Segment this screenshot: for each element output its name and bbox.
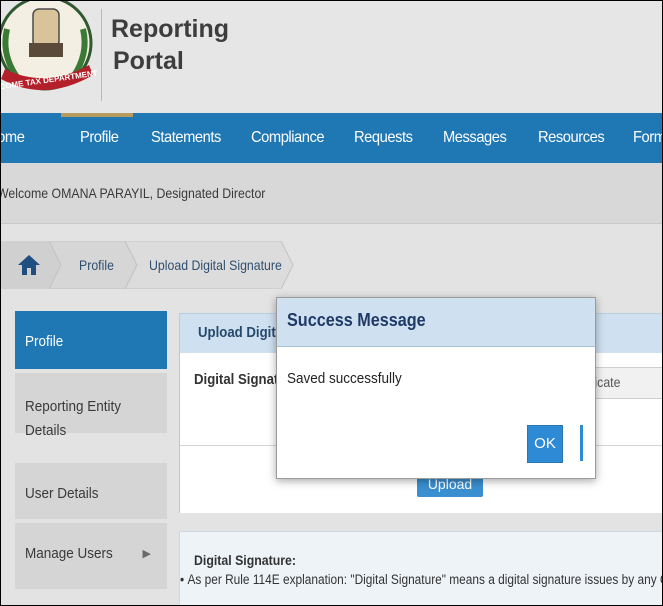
sidebar-item-profile[interactable]: Profile: [15, 311, 167, 373]
success-message-dialog: Success Message Saved successfully OK: [276, 297, 596, 479]
breadcrumb-profile[interactable]: Profile: [79, 257, 114, 273]
dialog-title: Success Message: [287, 310, 426, 330]
portal-title-line1: Reporting: [111, 15, 230, 43]
sidebar: Profile Reporting Entity Details User De…: [15, 311, 167, 605]
dialog-message: Saved successfully: [287, 370, 402, 387]
nav-item-home[interactable]: Home: [1, 113, 25, 163]
sidebar-item-label: Manage Users: [25, 545, 113, 562]
welcome-bar: Welcome OMANA PARAYIL, Designated Direct…: [1, 163, 662, 224]
nav-item-profile[interactable]: Profile: [80, 113, 119, 163]
sidebar-item-reporting-entity-details[interactable]: Reporting Entity Details: [15, 373, 167, 439]
digital-signature-info: Digital Signature: • As per Rule 114E ex…: [179, 531, 662, 605]
portal-header: INCOME TAX DEPARTMENT Reporting Portal: [1, 1, 662, 113]
sidebar-item-user-details[interactable]: User Details: [15, 463, 167, 523]
nav-item-requests[interactable]: Requests: [354, 113, 413, 163]
main-nav: Home Profile Statements Compliance Reque…: [1, 113, 662, 163]
ok-button[interactable]: OK: [527, 425, 563, 463]
nav-item-messages[interactable]: Messages: [443, 113, 507, 163]
info-title: Digital Signature:: [194, 552, 296, 568]
sidebar-item-label: Profile: [25, 333, 64, 350]
nav-item-compliance[interactable]: Compliance: [251, 113, 325, 163]
dialog-header: Success Message: [277, 298, 595, 347]
portal-title: Reporting Portal: [111, 13, 229, 77]
home-icon[interactable]: [17, 253, 41, 277]
info-bullet: • As per Rule 114E explanation: "Digital…: [180, 572, 662, 587]
sidebar-item-label: Reporting Entity Details: [25, 398, 122, 439]
sidebar-item-label: User Details: [25, 485, 99, 502]
nav-item-resources[interactable]: Resources: [538, 113, 605, 163]
sidebar-item-manage-users[interactable]: Manage Users ▶: [15, 523, 167, 593]
chevron-right-icon: ▶: [142, 548, 151, 560]
portal-title-line2: Portal: [113, 47, 184, 75]
breadcrumb-upload-digital-signature: Upload Digital Signature: [149, 257, 282, 273]
nav-item-forms[interactable]: Forms: [633, 113, 662, 163]
income-tax-emblem-logo: INCOME TAX DEPARTMENT: [1, 1, 98, 92]
nav-item-statements[interactable]: Statements: [151, 113, 221, 163]
breadcrumb: Profile Upload Digital Signature: [1, 241, 301, 289]
info-bullet-text: As per Rule 114E explanation: "Digital S…: [187, 572, 662, 587]
active-nav-indicator: [61, 113, 133, 117]
focus-indicator: [580, 425, 583, 461]
logo-divider: [101, 9, 102, 101]
app-frame: INCOME TAX DEPARTMENT Reporting Portal H…: [0, 0, 663, 606]
welcome-text: Welcome OMANA PARAYIL, Designated Direct…: [0, 185, 266, 201]
